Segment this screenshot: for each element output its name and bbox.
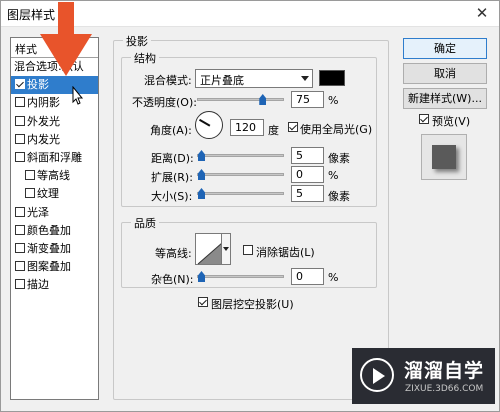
style-item-stroke[interactable]: 描边 [11, 276, 98, 294]
style-item-label: 斜面和浮雕 [27, 150, 82, 164]
annotation-arrow-icon [40, 2, 92, 76]
angle-label: 角度(A): [150, 124, 192, 137]
style-preview [421, 134, 467, 180]
styles-list: 样式 混合选项:默认 投影 内阴影 外发光 内发光 斜面和浮雕 等高线 纹理 光… [10, 37, 99, 400]
checkbox[interactable] [15, 261, 25, 272]
noise-input[interactable]: 0 [291, 268, 324, 285]
anti-alias-label[interactable]: 消除锯齿(L) [256, 244, 315, 260]
size-slider-track[interactable] [197, 192, 284, 195]
style-item-texture[interactable]: 纹理 [11, 185, 98, 203]
angle-dial[interactable] [195, 111, 223, 139]
distance-slider-track[interactable] [197, 154, 284, 157]
style-item-outer-glow[interactable]: 外发光 [11, 113, 98, 131]
layer-knocks-out-label[interactable]: 图层挖空投影(U) [211, 296, 294, 312]
spread-input[interactable]: 0 [291, 166, 324, 183]
style-item-label: 描边 [27, 278, 49, 292]
checkbox[interactable] [15, 242, 25, 253]
shadow-color-swatch[interactable] [319, 70, 345, 86]
style-item-label: 投影 [27, 78, 49, 92]
checkbox[interactable] [15, 79, 25, 90]
watermark-title: 溜溜自学 [404, 360, 485, 382]
style-item-inner-glow[interactable]: 内发光 [11, 131, 98, 149]
style-item-label: 内发光 [27, 132, 60, 146]
contour-dropdown-button[interactable] [221, 233, 231, 265]
chevron-down-icon [301, 76, 309, 81]
style-item-contour[interactable]: 等高线 [11, 167, 98, 185]
style-item-gradient-overlay[interactable]: 渐变叠加 [11, 240, 98, 258]
style-item-color-overlay[interactable]: 颜色叠加 [11, 222, 98, 240]
angle-input[interactable]: 120 [230, 119, 264, 136]
blend-mode-label: 混合模式: [144, 74, 192, 87]
new-style-button[interactable]: 新建样式(W)... [403, 88, 487, 109]
play-logo-icon [360, 358, 394, 392]
noise-slider-track[interactable] [197, 275, 284, 278]
checkbox[interactable] [15, 151, 25, 162]
contour-label: 等高线: [155, 247, 192, 260]
angle-needle [198, 119, 211, 127]
style-item-label: 光泽 [27, 205, 49, 219]
opacity-label: 不透明度(O): [132, 96, 197, 109]
preview-checkbox[interactable] [419, 114, 429, 124]
use-global-light-checkbox[interactable] [288, 122, 298, 132]
size-unit: 像素 [328, 190, 350, 203]
size-label: 大小(S): [151, 190, 193, 203]
opacity-input[interactable]: 75 [291, 91, 324, 108]
checkbox[interactable] [25, 170, 35, 181]
structure-title: 结构 [131, 50, 159, 66]
checkbox[interactable] [25, 188, 35, 199]
use-global-light-label[interactable]: 使用全局光(G) [300, 121, 372, 137]
watermark-url: ZIXUE.3D66.COM [405, 384, 484, 394]
opacity-unit: % [328, 94, 339, 107]
quality-title: 品质 [131, 215, 159, 231]
size-input[interactable]: 5 [291, 185, 324, 202]
cancel-button[interactable]: 取消 [403, 63, 487, 84]
drop-shadow-title: 投影 [123, 33, 151, 49]
style-item-label: 纹理 [37, 187, 59, 201]
ok-button[interactable]: 确定 [403, 38, 487, 59]
style-item-label: 外发光 [27, 114, 60, 128]
preview-swatch [432, 145, 456, 169]
checkbox[interactable] [15, 206, 25, 217]
angle-unit: 度 [268, 124, 279, 137]
style-item-bevel-emboss[interactable]: 斜面和浮雕 [11, 149, 98, 167]
spread-unit: % [328, 169, 339, 182]
checkbox[interactable] [15, 97, 25, 108]
checkbox[interactable] [15, 279, 25, 290]
blend-mode-value: 正片叠底 [200, 74, 244, 87]
distance-label: 距离(D): [151, 152, 194, 165]
anti-alias-checkbox[interactable] [243, 245, 253, 255]
style-item-pattern-overlay[interactable]: 图案叠加 [11, 258, 98, 276]
style-item-label: 渐变叠加 [27, 241, 71, 255]
spread-label: 扩展(R): [151, 171, 193, 184]
mouse-cursor-icon [72, 86, 84, 105]
preview-label[interactable]: 预览(V) [432, 113, 470, 129]
checkbox[interactable] [15, 115, 25, 126]
spread-slider-track[interactable] [197, 173, 284, 176]
style-item-label: 内阴影 [27, 96, 60, 110]
opacity-slider-track[interactable] [197, 98, 284, 101]
watermark-badge: 溜溜自学 ZIXUE.3D66.COM [352, 348, 495, 404]
distance-unit: 像素 [328, 152, 350, 165]
close-button[interactable]: ✕ [471, 3, 493, 23]
style-item-label: 图案叠加 [27, 260, 71, 274]
style-item-label: 等高线 [37, 169, 70, 183]
noise-unit: % [328, 271, 339, 284]
style-item-satin[interactable]: 光泽 [11, 204, 98, 222]
checkbox[interactable] [15, 224, 25, 235]
style-item-label: 颜色叠加 [27, 223, 71, 237]
noise-label: 杂色(N): [151, 273, 194, 286]
distance-input[interactable]: 5 [291, 147, 324, 164]
blend-mode-select[interactable]: 正片叠底 [195, 69, 313, 88]
layer-knocks-out-checkbox[interactable] [198, 297, 208, 307]
checkbox[interactable] [15, 133, 25, 144]
